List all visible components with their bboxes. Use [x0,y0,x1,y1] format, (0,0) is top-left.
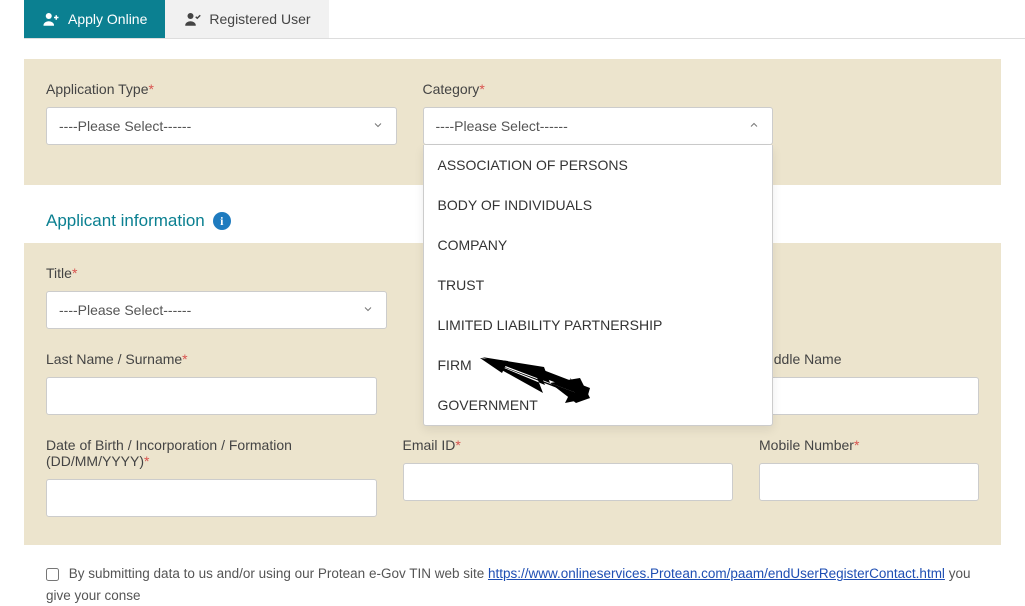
consent-text: By submitting data to us and/or using ou… [24,563,1001,606]
application-type-select[interactable]: ----Please Select------ [46,107,397,145]
category-option[interactable]: FIRM [424,345,773,385]
person-check-icon [183,10,201,28]
top-tabs: Apply Online Registered User [24,0,1025,39]
chevron-down-icon [362,302,374,318]
category-option[interactable]: ASSOCIATION OF PERSONS [424,145,773,185]
category-option[interactable]: LIMITED LIABILITY PARTNERSHIP [424,305,773,345]
dob-input-wrap [46,479,377,517]
middle-name-input-wrap [759,377,979,415]
middle-name-input[interactable] [772,378,966,414]
dob-input[interactable] [59,480,364,516]
tab-apply-online[interactable]: Apply Online [24,0,165,38]
mobile-input[interactable] [772,464,966,500]
title-select[interactable]: ----Please Select------ [46,291,387,329]
email-label: Email ID* [403,437,734,453]
email-input-wrap [403,463,734,501]
chevron-down-icon [372,118,384,134]
tab-registered-user[interactable]: Registered User [165,0,328,38]
category-option[interactable]: COMPANY [424,225,773,265]
category-option[interactable]: GOVERNMENT [424,385,773,425]
category-label: Category* [423,81,774,97]
email-input[interactable] [416,464,721,500]
last-name-input-wrap [46,377,377,415]
category-value: ----Please Select------ [436,118,568,134]
type-category-panel: Application Type* ----Please Select-----… [24,59,1001,185]
title-value: ----Please Select------ [59,302,191,318]
chevron-up-icon [748,118,760,134]
dob-label: Date of Birth / Incorporation / Formatio… [46,437,377,469]
tab-registered-label: Registered User [209,11,310,27]
application-type-value: ----Please Select------ [59,118,191,134]
tab-apply-label: Apply Online [68,11,147,27]
category-select[interactable]: ----Please Select------ [423,107,774,145]
info-icon[interactable]: i [213,212,231,230]
consent-checkbox[interactable] [46,568,59,581]
person-plus-icon [42,10,60,28]
category-option[interactable]: TRUST [424,265,773,305]
category-dropdown[interactable]: ASSOCIATION OF PERSONSBODY OF INDIVIDUAL… [423,145,774,426]
middle-name-label: Middle Name [759,351,979,367]
mobile-input-wrap [759,463,979,501]
title-label: Title* [46,265,387,281]
consent-prefix: By submitting data to us and/or using ou… [69,566,488,581]
consent-link[interactable]: https://www.onlineservices.Protean.com/p… [488,566,945,581]
mobile-label: Mobile Number* [759,437,979,453]
last-name-input[interactable] [59,378,364,414]
application-type-label: Application Type* [46,81,397,97]
category-option[interactable]: BODY OF INDIVIDUALS [424,185,773,225]
applicant-info-title: Applicant information [46,211,205,231]
last-name-label: Last Name / Surname* [46,351,377,367]
